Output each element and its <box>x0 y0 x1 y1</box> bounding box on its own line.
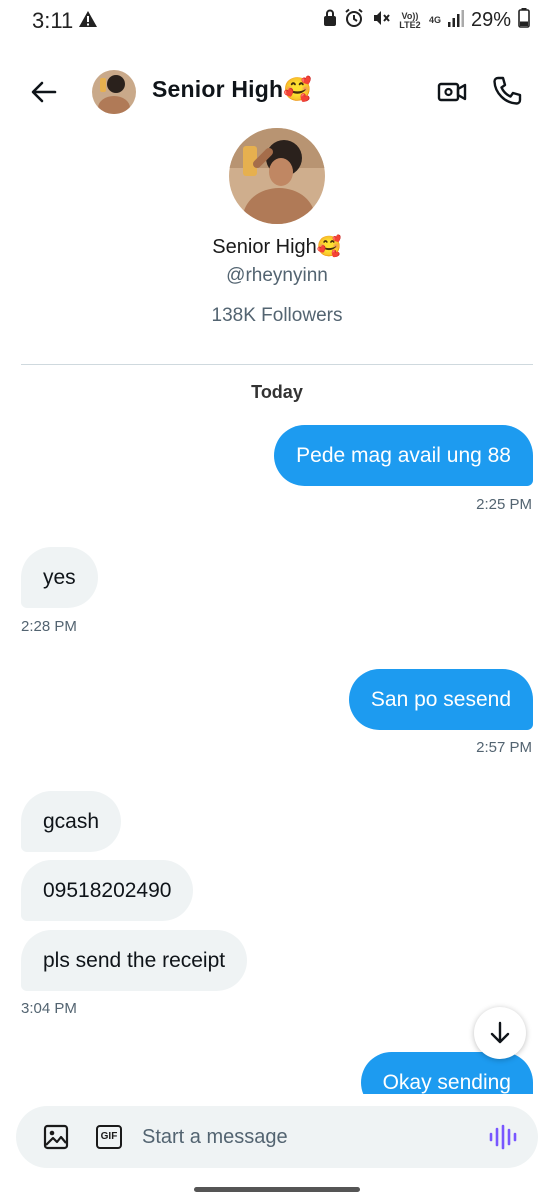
add-photo-button[interactable] <box>42 1123 70 1151</box>
message-timestamp: 3:04 PM <box>21 1000 77 1017</box>
signal-icon <box>447 9 464 32</box>
home-indicator <box>194 1187 360 1192</box>
message-timestamp: 2:25 PM <box>476 496 532 513</box>
voice-call-button[interactable] <box>490 74 524 108</box>
divider <box>21 364 533 365</box>
message-bubble-incoming[interactable]: yes <box>21 547 98 608</box>
message-bubble-incoming[interactable]: 09518202490 <box>21 860 194 921</box>
arrow-down-icon <box>490 1021 510 1044</box>
profile-name: Senior High🥰 <box>212 236 342 258</box>
date-separator: Today <box>251 382 303 402</box>
back-button[interactable] <box>28 76 60 108</box>
voice-waveform-icon <box>489 1124 517 1150</box>
scroll-to-bottom-button[interactable] <box>474 1007 526 1059</box>
avatar[interactable] <box>92 70 136 114</box>
image-icon <box>43 1124 69 1150</box>
phone-icon <box>493 76 522 105</box>
back-arrow-icon <box>31 81 57 103</box>
video-call-button[interactable] <box>436 76 468 108</box>
profile-avatar[interactable] <box>229 128 325 224</box>
status-bar: 3:11 Vo)) LTE2 4G 29% <box>0 0 554 44</box>
gif-button[interactable]: GIF <box>96 1125 122 1149</box>
profile-handle: @rheynyinn <box>226 265 328 286</box>
message-bubble-incoming[interactable]: pls send the receipt <box>21 930 248 991</box>
message-bubble-outgoing[interactable]: Pede mag avail ung 88 <box>274 425 533 486</box>
network-label: 4G <box>428 15 441 25</box>
video-call-icon <box>437 82 467 102</box>
volte-label: Vo)) LTE2 <box>399 10 421 30</box>
alarm-icon <box>344 8 364 33</box>
mute-icon <box>371 8 391 33</box>
follower-count: 138K Followers <box>211 305 343 326</box>
page-title[interactable]: Senior High🥰 <box>152 76 312 103</box>
battery-percent: 29% <box>470 9 511 31</box>
status-time: 3:11 <box>32 8 74 33</box>
conversation-header: Senior High🥰 <box>0 60 554 124</box>
message-composer: GIF <box>16 1106 538 1168</box>
warning-icon <box>78 10 98 33</box>
battery-icon <box>518 8 530 33</box>
message-timestamp: 2:57 PM <box>476 739 532 756</box>
message-timestamp: 2:28 PM <box>21 618 77 635</box>
message-bubble-incoming[interactable]: gcash <box>21 791 122 852</box>
status-icons: Vo)) LTE2 4G 29% <box>323 8 530 33</box>
message-input[interactable] <box>142 1120 472 1154</box>
lock-icon <box>323 9 337 32</box>
profile-card[interactable]: Senior High🥰 @rheynyinn 138K Followers <box>0 128 554 327</box>
voice-message-button[interactable] <box>488 1123 518 1151</box>
message-bubble-outgoing[interactable]: San po sesend <box>348 669 533 730</box>
